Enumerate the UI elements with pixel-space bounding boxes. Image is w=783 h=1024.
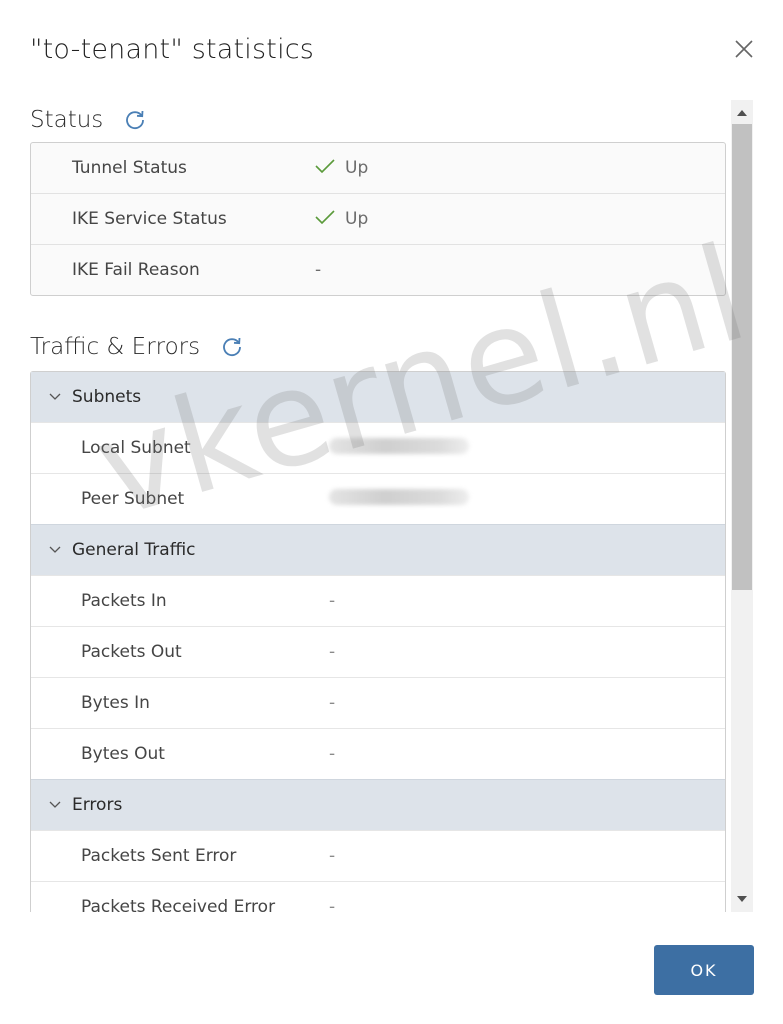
- status-value: Up: [345, 209, 369, 229]
- data-label: Packets Out: [81, 642, 182, 662]
- data-value: -: [329, 693, 336, 713]
- data-row-bytes-in: Bytes In -: [31, 677, 725, 728]
- traffic-table: Subnets Local Subnet Peer Subnet General…: [30, 371, 726, 912]
- modal-title: "to-tenant" statistics: [30, 34, 315, 65]
- scroll-down-arrow-icon[interactable]: [731, 888, 753, 910]
- redacted-value: [329, 488, 469, 505]
- data-value: -: [329, 642, 336, 662]
- status-row-ike-service-status: IKE Service Status Up: [31, 193, 725, 244]
- status-row-tunnel-status: Tunnel Status Up: [31, 143, 725, 193]
- chevron-down-icon: [49, 801, 63, 809]
- data-row-packets-received-error: Packets Received Error -: [31, 881, 725, 912]
- group-name: General Traffic: [72, 540, 196, 560]
- data-label: Local Subnet: [81, 438, 191, 458]
- scrollbar-thumb[interactable]: [732, 124, 752, 590]
- status-value: Up: [345, 158, 369, 178]
- data-label: Bytes In: [81, 693, 150, 713]
- data-row-packets-sent-error: Packets Sent Error -: [31, 830, 725, 881]
- data-row-packets-in: Packets In -: [31, 575, 725, 626]
- status-section-title: Status: [30, 107, 104, 133]
- data-row-packets-out: Packets Out -: [31, 626, 725, 677]
- data-label: Packets Sent Error: [81, 846, 237, 866]
- data-value: -: [329, 897, 336, 912]
- status-label: IKE Service Status: [72, 209, 227, 229]
- status-value: -: [315, 260, 322, 280]
- data-label: Bytes Out: [81, 744, 165, 764]
- scroll-up-arrow-icon[interactable]: [731, 102, 753, 124]
- data-row-peer-subnet: Peer Subnet: [31, 473, 725, 524]
- group-name: Errors: [72, 795, 123, 815]
- status-label: IKE Fail Reason: [72, 260, 200, 280]
- check-icon: [315, 209, 335, 229]
- status-section-header: Status: [30, 100, 730, 140]
- data-label: Peer Subnet: [81, 489, 185, 509]
- group-header-subnets[interactable]: Subnets: [31, 372, 725, 422]
- chevron-down-icon: [49, 393, 63, 401]
- traffic-section-title: Traffic & Errors: [30, 334, 201, 360]
- close-icon: [734, 39, 754, 63]
- data-value: -: [329, 744, 336, 764]
- statistics-scroll-area[interactable]: Status Tunnel Status Up IKE Service Stat…: [30, 100, 730, 912]
- check-icon: [315, 158, 335, 178]
- data-label: Packets In: [81, 591, 167, 611]
- ok-button[interactable]: OK: [654, 945, 754, 995]
- group-name: Subnets: [72, 387, 142, 407]
- traffic-section-header: Traffic & Errors: [30, 327, 730, 367]
- data-value: -: [329, 591, 336, 611]
- group-header-general-traffic[interactable]: General Traffic: [31, 524, 725, 575]
- chevron-down-icon: [49, 546, 63, 554]
- status-label: Tunnel Status: [72, 158, 187, 178]
- data-label: Packets Received Error: [81, 897, 276, 912]
- vertical-scrollbar[interactable]: [731, 100, 753, 912]
- data-row-bytes-out: Bytes Out -: [31, 728, 725, 779]
- data-value: -: [329, 846, 336, 866]
- status-table: Tunnel Status Up IKE Service Status Up I…: [30, 142, 726, 296]
- data-row-local-subnet: Local Subnet: [31, 422, 725, 473]
- refresh-status-icon[interactable]: [123, 107, 149, 133]
- refresh-traffic-icon[interactable]: [220, 334, 246, 360]
- status-row-ike-fail-reason: IKE Fail Reason -: [31, 244, 725, 295]
- close-button[interactable]: [731, 38, 757, 64]
- group-header-errors[interactable]: Errors: [31, 779, 725, 830]
- redacted-value: [329, 437, 469, 454]
